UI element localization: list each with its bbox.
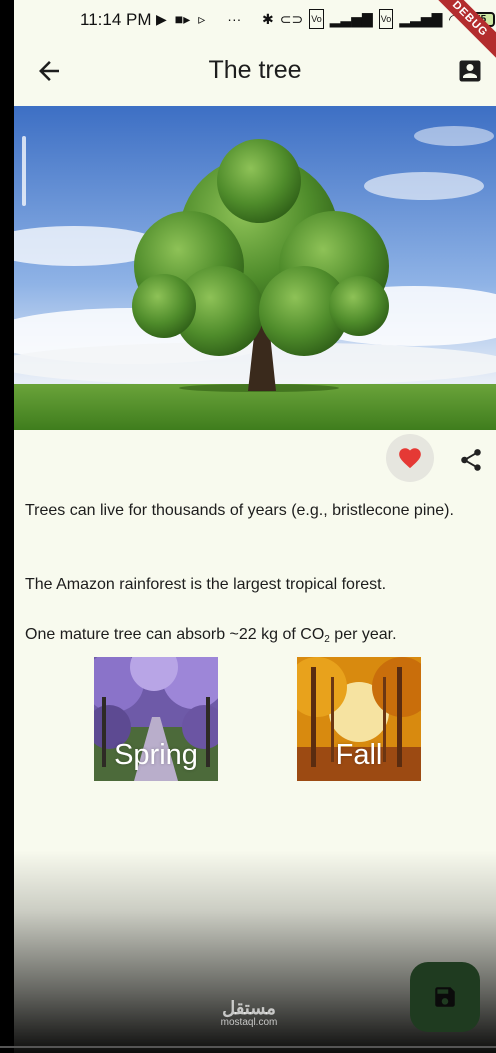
fact-text: The Amazon rainforest is the largest tro… [25, 576, 387, 593]
share-icon [461, 449, 481, 471]
scroll-indicator [22, 136, 26, 206]
bluetooth-icon: ✱ [262, 11, 274, 27]
more-dots-icon: ··· [227, 11, 242, 27]
season-label: Fall [335, 739, 383, 771]
save-icon [435, 987, 455, 1007]
app-screen: 11:14 PM ▶ ■▸ ▹ ··· ✱ ⊂⊃ Vo ▂▃▅▇ Vo ▂▃▅▇… [14, 0, 496, 1053]
season-card-spring[interactable]: Spring [94, 657, 218, 781]
cast-icon: ▹ [198, 11, 206, 27]
navigation-bar-line [0, 1046, 496, 1048]
account-box-icon [459, 60, 481, 82]
status-bar: 11:14 PM ▶ ■▸ ▹ ··· ✱ ⊂⊃ Vo ▂▃▅▇ Vo ▂▃▅▇… [14, 0, 496, 68]
app-bar: The tree [14, 40, 496, 106]
watermark: مستقل mostaql.com [214, 998, 284, 1028]
tree-hero-image [14, 106, 496, 430]
signal-icon: ▂▃▅▇ [329, 11, 373, 27]
favorite-button[interactable] [386, 434, 434, 482]
signal-icon: ▂▃▅▇ [399, 11, 443, 27]
status-time: 11:14 PM [80, 10, 152, 29]
season-card-fall[interactable]: Fall [297, 657, 421, 781]
volte-icon: Vo [378, 9, 394, 29]
watermark-site: mostaql.com [220, 1017, 278, 1028]
heart-icon [399, 448, 421, 469]
tree-illustration [14, 106, 496, 430]
profile-button[interactable] [456, 57, 484, 85]
fact-text: One mature tree can absorb ~22 kg of CO2… [25, 626, 397, 645]
share-button[interactable] [458, 447, 484, 473]
video-icon: ■▸ [174, 11, 191, 27]
watermark-logo: مستقل [222, 998, 276, 1018]
fact-text: Trees can live for thousands of years (e… [25, 502, 454, 519]
key-icon: ⊂⊃ [279, 11, 304, 27]
play-icon: ▶ [156, 11, 167, 27]
save-fab-button[interactable] [410, 962, 480, 1032]
season-label: Spring [114, 739, 198, 771]
page-title: The tree [208, 56, 302, 84]
volte-icon: Vo [309, 9, 324, 29]
